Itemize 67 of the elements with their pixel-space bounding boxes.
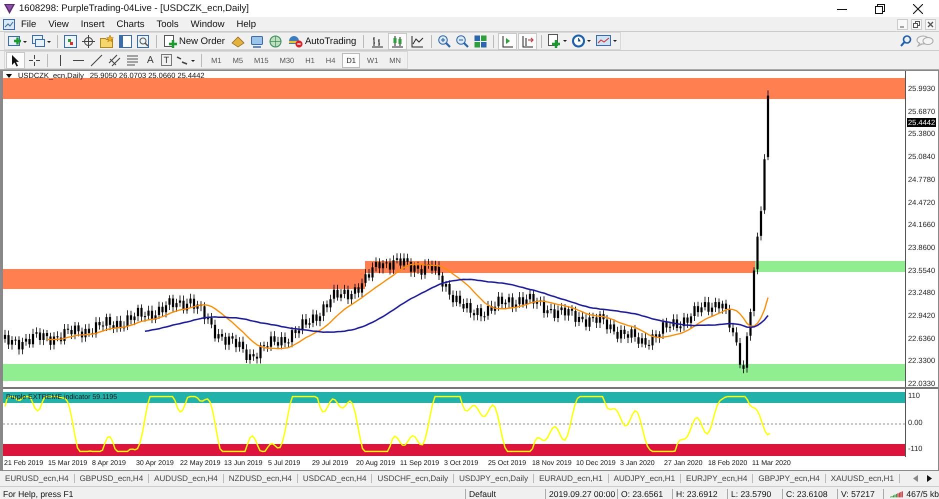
line-chart-icon[interactable]: [409, 34, 426, 48]
folder-star-icon[interactable]: [99, 34, 115, 48]
chart-tab[interactable]: AUDUSD_ecn,H4: [149, 474, 224, 483]
window-icon[interactable]: [118, 34, 133, 48]
menu-item[interactable]: Insert: [74, 18, 110, 30]
search-icon[interactable]: [899, 35, 913, 47]
bar-time: 2019.09.27 00:00: [546, 489, 618, 499]
low-price: L: 23.5790: [728, 489, 783, 499]
profile-name: Default: [466, 489, 546, 499]
app-logo-icon: [4, 4, 15, 14]
template-icon[interactable]: [595, 34, 618, 48]
minimize-icon[interactable]: [897, 18, 908, 30]
chart-tab[interactable]: EURJPY_ecn,H4: [681, 474, 754, 483]
menu-item[interactable]: Window: [184, 18, 230, 30]
chart-tab[interactable]: USDCHF_ecn,Daily: [372, 474, 454, 483]
close-price: C: 23.6108: [783, 489, 838, 499]
traffic-text: 467/5 kb: [906, 489, 939, 499]
cursor-icon[interactable]: [7, 52, 24, 68]
close-icon[interactable]: [913, 4, 923, 14]
menu-item[interactable]: View: [42, 18, 75, 30]
profiles-icon[interactable]: [31, 34, 52, 48]
menu-item[interactable]: Help: [230, 18, 262, 30]
chart-tab[interactable]: AUDJPY_ecn,H1: [608, 474, 682, 483]
text-label-tool[interactable]: T: [160, 54, 172, 66]
clock-icon[interactable]: [571, 34, 592, 48]
restore-icon[interactable]: [875, 4, 885, 14]
auto-trading-button[interactable]: AutoTrading: [286, 33, 358, 49]
chart-tab[interactable]: NZDUSD_ecn,H4: [224, 474, 298, 483]
chart-tab[interactable]: EURAUD_ecn,H1: [534, 474, 609, 483]
chart-tab[interactable]: USDJPY_ecn,Daily: [454, 474, 534, 483]
crosshair-icon[interactable]: [81, 34, 96, 48]
menu-item[interactable]: File: [15, 18, 42, 30]
chart-window-icon[interactable]: [3, 18, 15, 30]
market-watch-icon[interactable]: [63, 34, 78, 48]
menu-item[interactable]: Charts: [110, 18, 150, 30]
volume: V: 57217: [838, 489, 884, 499]
window-title: 1608298: PurpleTrading-04Live - [USDCZK_ecn,Daily]: [19, 3, 249, 14]
help-text: For Help, press F1: [0, 489, 466, 499]
add-indicator-icon[interactable]: [547, 34, 568, 48]
auto-scroll-icon[interactable]: [499, 34, 516, 48]
channel-icon[interactable]: [107, 54, 122, 66]
chart-tab[interactable]: USDCAD_ecn,H4: [298, 474, 372, 483]
new-chart-icon[interactable]: [7, 34, 28, 48]
chart-tab[interactable]: EURUSD_ecn,H4: [0, 474, 75, 483]
candlestick-icon[interactable]: [389, 34, 406, 48]
globe-icon[interactable]: [268, 34, 283, 48]
scroll-right-icon[interactable]: [927, 475, 933, 482]
monitor-icon[interactable]: [248, 34, 265, 48]
chart-tab[interactable]: XAUUSD_ecn,H1: [826, 474, 900, 483]
menu-item[interactable]: Tools: [150, 18, 185, 30]
dropdown-triangle-icon[interactable]: [6, 74, 12, 78]
scroll-left-icon[interactable]: [913, 475, 919, 482]
high-price: H: 23.6912: [673, 489, 728, 499]
new-order-button[interactable]: New Order: [162, 33, 227, 49]
chart-tab[interactable]: GBPUSD_ecn,H4: [74, 474, 150, 483]
magnifier-document-icon[interactable]: [136, 34, 151, 48]
text-tool[interactable]: A: [143, 54, 158, 66]
chart-tab[interactable]: GBPJPY_ecn,H4: [753, 474, 826, 483]
trend-line-icon[interactable]: [89, 54, 104, 66]
zoom-out-icon[interactable]: [455, 34, 470, 48]
open-price: O: 23.6561: [618, 489, 673, 499]
zoom-in-icon[interactable]: [437, 34, 452, 48]
chart-shift-icon[interactable]: [519, 34, 536, 48]
tile-windows-icon[interactable]: [473, 34, 488, 48]
crosshair-icon[interactable]: [27, 54, 42, 66]
connection-bars-icon: [890, 489, 904, 499]
document-plus-icon: [164, 34, 177, 48]
